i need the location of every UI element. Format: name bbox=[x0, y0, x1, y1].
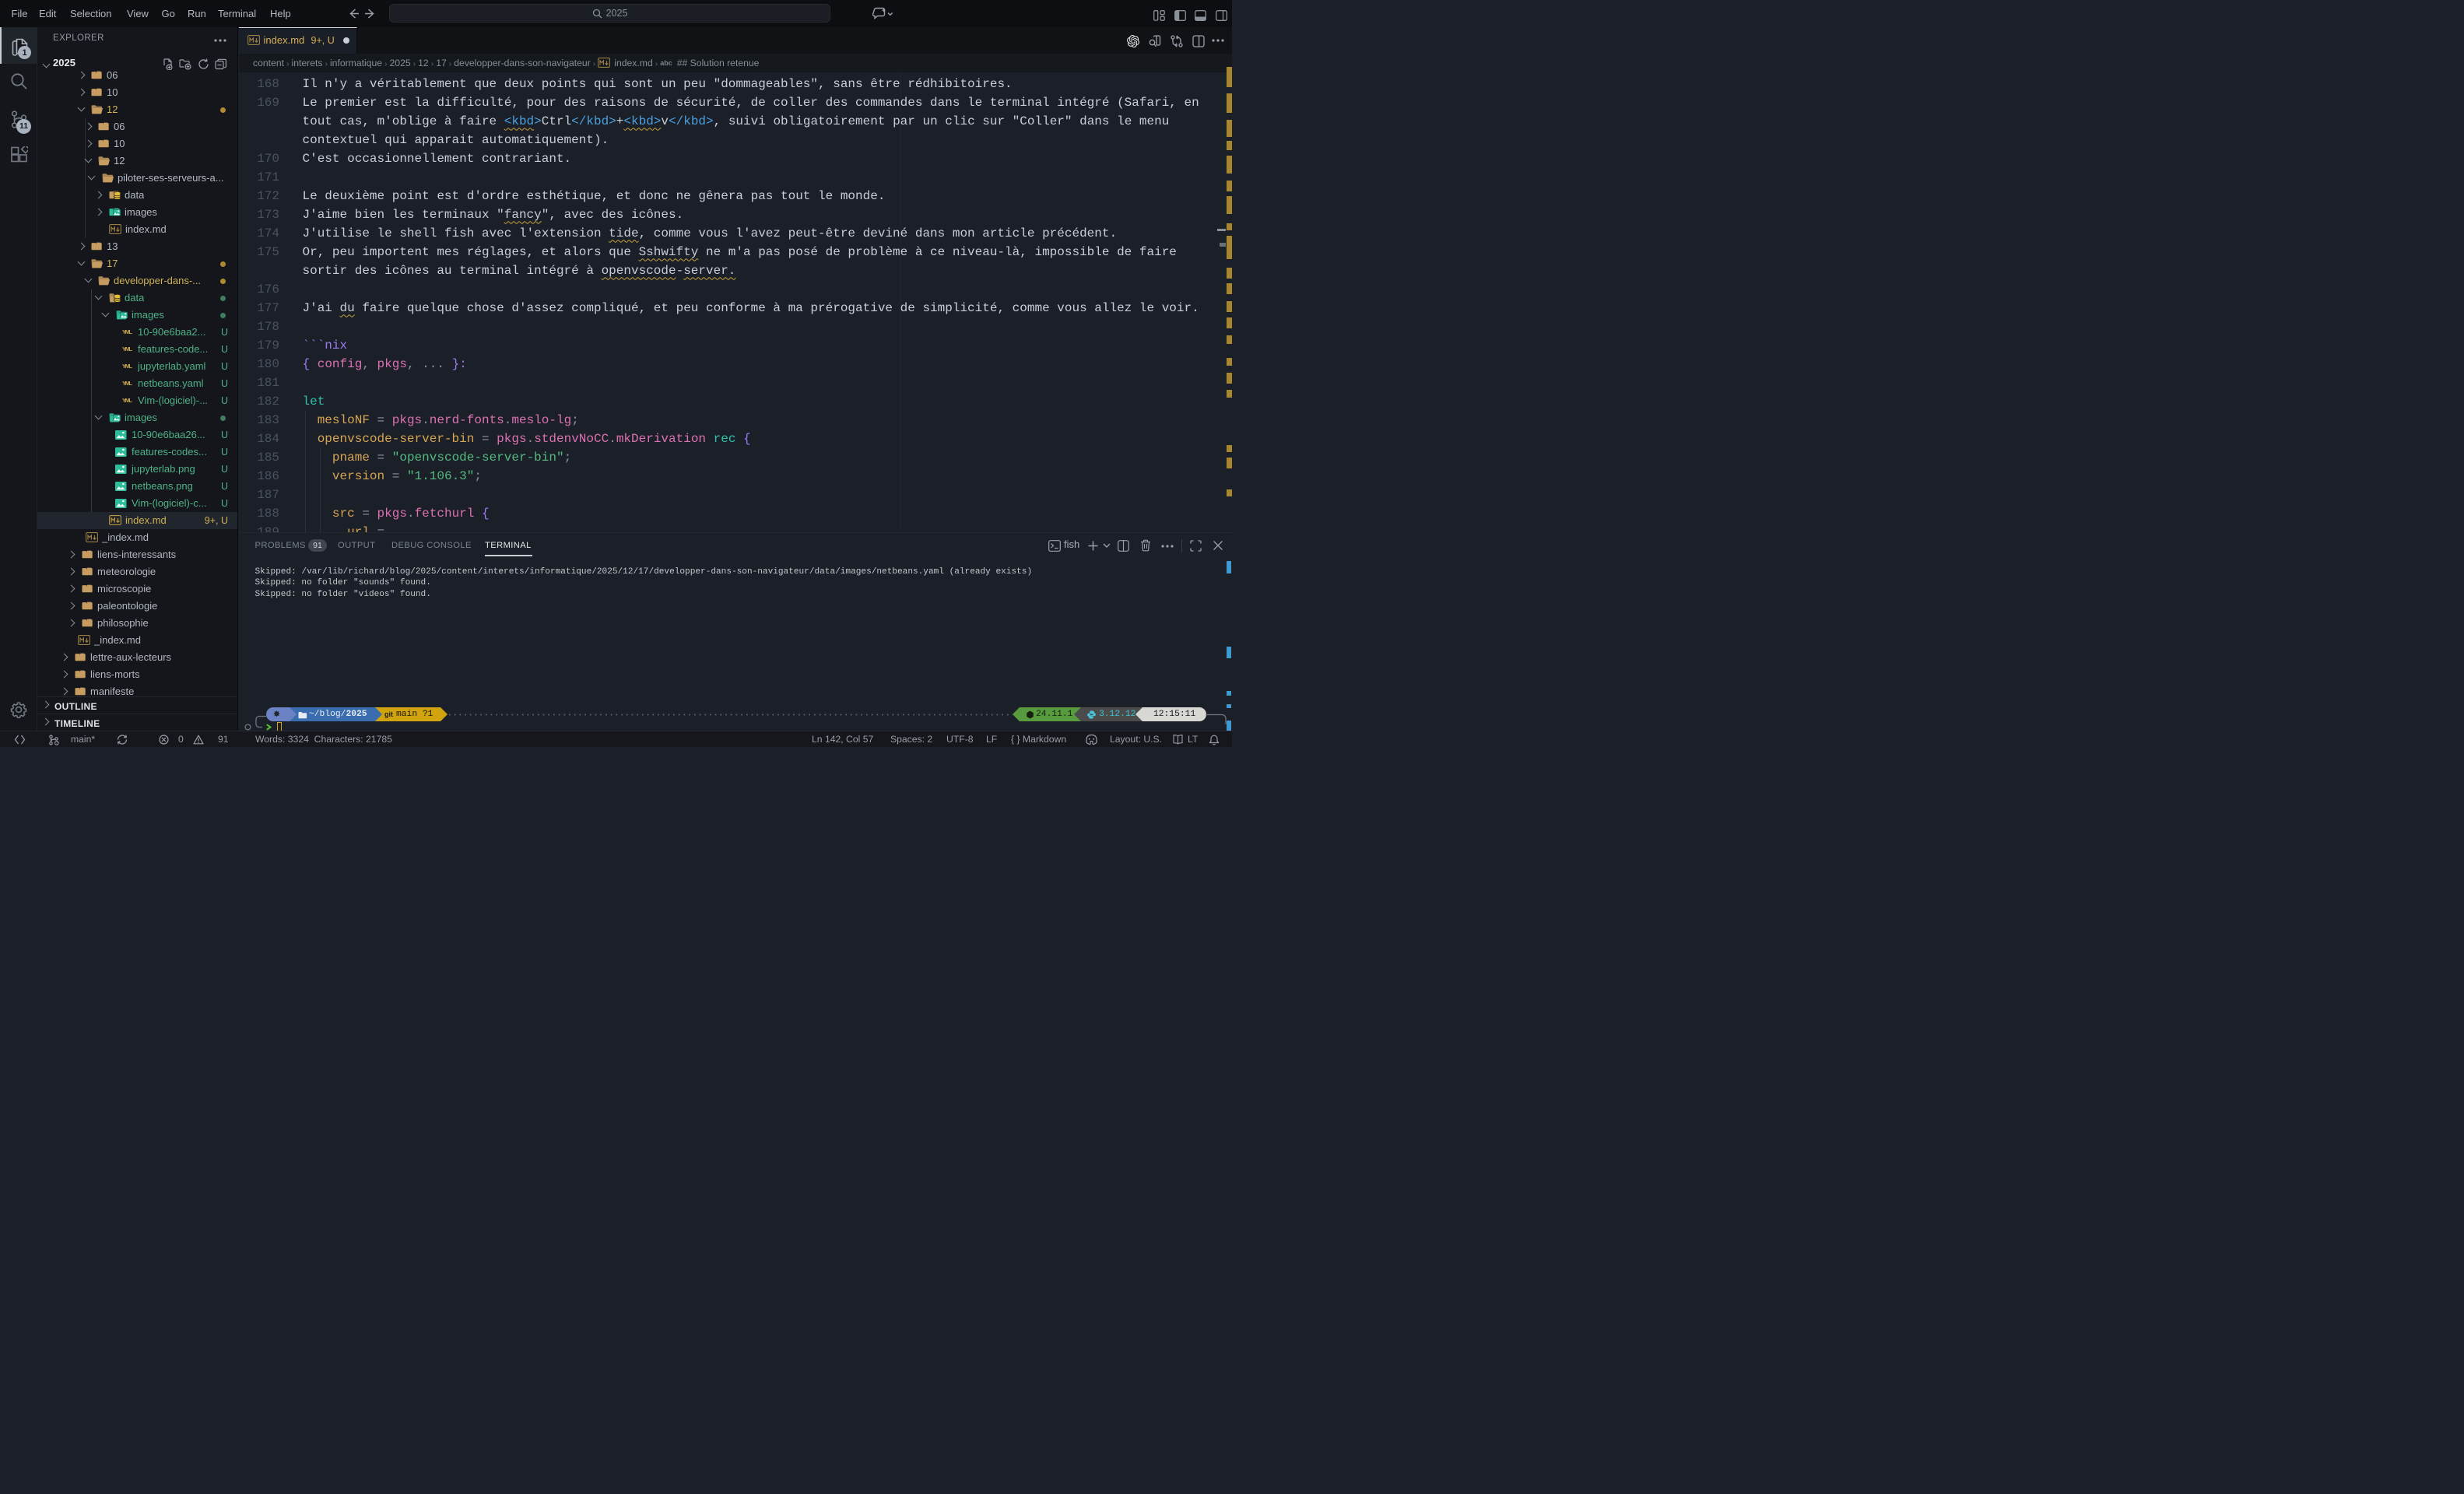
svg-text:YML: YML bbox=[122, 397, 132, 404]
svg-text:YML: YML bbox=[122, 345, 132, 352]
svg-text:YML: YML bbox=[122, 363, 132, 370]
svg-text:YML: YML bbox=[122, 328, 132, 335]
svg-text:YML: YML bbox=[122, 380, 132, 387]
